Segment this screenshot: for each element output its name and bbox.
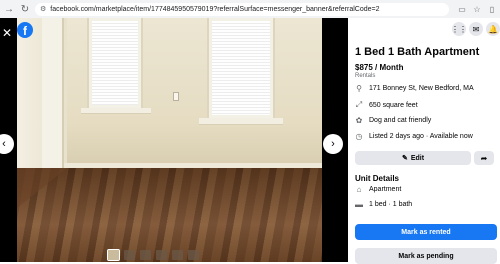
thumbnail-strip xyxy=(107,249,199,261)
thumbnail[interactable] xyxy=(124,250,135,260)
photo-viewer: ✕ f ‹ › xyxy=(0,18,348,262)
install-app-icon[interactable]: ▭ xyxy=(457,4,467,14)
size-text: 650 square feet xyxy=(369,101,418,109)
thumbnail[interactable] xyxy=(172,250,183,260)
next-photo-button[interactable]: › xyxy=(323,134,343,154)
listing-details-panel: ⋮⋮ ✉ 🔔 1 Bed 1 Bath Apartment $875 / Mon… xyxy=(348,18,500,264)
share-button[interactable]: ➦ xyxy=(474,151,494,165)
photo-window-right xyxy=(209,18,273,118)
edit-button[interactable]: ✎ Edit xyxy=(355,151,471,165)
edit-label: Edit xyxy=(410,154,425,162)
photo-hardwood-floor xyxy=(17,168,322,262)
bookmark-star-icon[interactable]: ☆ xyxy=(472,4,482,14)
house-icon: ⌂ xyxy=(356,185,362,194)
photo-sill-right xyxy=(199,118,283,125)
photo-door-frame xyxy=(42,18,64,190)
pets-text: Dog and cat friendly xyxy=(369,117,432,124)
address-text: 171 Bonney St, New Bedford, MA xyxy=(369,85,474,92)
thumbnail[interactable] xyxy=(107,249,120,261)
pencil-icon: ✎ xyxy=(401,155,408,162)
thumbnail[interactable] xyxy=(140,250,151,260)
listed-text: Listed 2 days ago · Available now xyxy=(369,133,473,140)
listing-price: $875 / Month xyxy=(355,63,404,72)
unit-details-heading: Unit Details xyxy=(355,174,400,183)
unit-type-text: Apartment xyxy=(369,186,402,193)
beds-baths-row: ▬ 1 bed · 1 bath xyxy=(355,200,412,209)
tab-split-icon[interactable]: ▯ xyxy=(487,4,497,14)
listing-title: 1 Bed 1 Bath Apartment xyxy=(355,46,480,58)
thumbnail[interactable] xyxy=(156,250,167,260)
notifications-bell-icon[interactable]: 🔔 xyxy=(486,22,500,36)
listing-photo xyxy=(17,18,322,262)
site-info-icon[interactable]: ⚙ xyxy=(40,5,46,13)
browser-toolbar: → ↻ ⚙ facebook.com/marketplace/item/1774… xyxy=(0,0,500,18)
previous-photo-button[interactable]: ‹ xyxy=(0,134,14,154)
clock-icon: ◷ xyxy=(355,132,363,141)
facebook-logo-icon[interactable]: f xyxy=(17,22,33,38)
pets-row: ✿ Dog and cat friendly xyxy=(355,116,432,125)
size-row: ⤢ 650 square feet xyxy=(355,100,418,110)
address-row: ⚲ 171 Bonney St, New Bedford, MA xyxy=(355,84,474,93)
bed-icon: ▬ xyxy=(355,200,363,209)
messenger-icon[interactable]: ✉ xyxy=(469,22,483,36)
photo-sill-left xyxy=(81,108,151,114)
photo-window-left xyxy=(89,18,141,108)
thumbnail[interactable] xyxy=(188,250,199,260)
beds-baths-text: 1 bed · 1 bath xyxy=(369,201,413,208)
listed-row: ◷ Listed 2 days ago · Available now xyxy=(355,132,473,141)
expand-arrows-icon: ⤢ xyxy=(355,100,363,109)
url-text: facebook.com/marketplace/item/1774845950… xyxy=(50,5,380,13)
unit-type-row: ⌂ Apartment xyxy=(355,185,402,194)
share-arrow-icon: ➦ xyxy=(480,153,488,163)
location-pin-icon: ⚲ xyxy=(356,84,362,93)
listing-category[interactable]: Rentals xyxy=(355,73,375,79)
mark-as-rented-button[interactable]: Mark as rented xyxy=(355,224,497,240)
close-icon[interactable]: ✕ xyxy=(0,26,14,40)
forward-icon[interactable]: → xyxy=(3,3,15,15)
paw-icon: ✿ xyxy=(355,116,363,125)
address-bar[interactable]: ⚙ facebook.com/marketplace/item/17748459… xyxy=(35,2,449,16)
menu-grid-icon[interactable]: ⋮⋮ xyxy=(451,22,467,36)
photo-outlet xyxy=(173,92,179,101)
reload-icon[interactable]: ↻ xyxy=(19,3,31,15)
